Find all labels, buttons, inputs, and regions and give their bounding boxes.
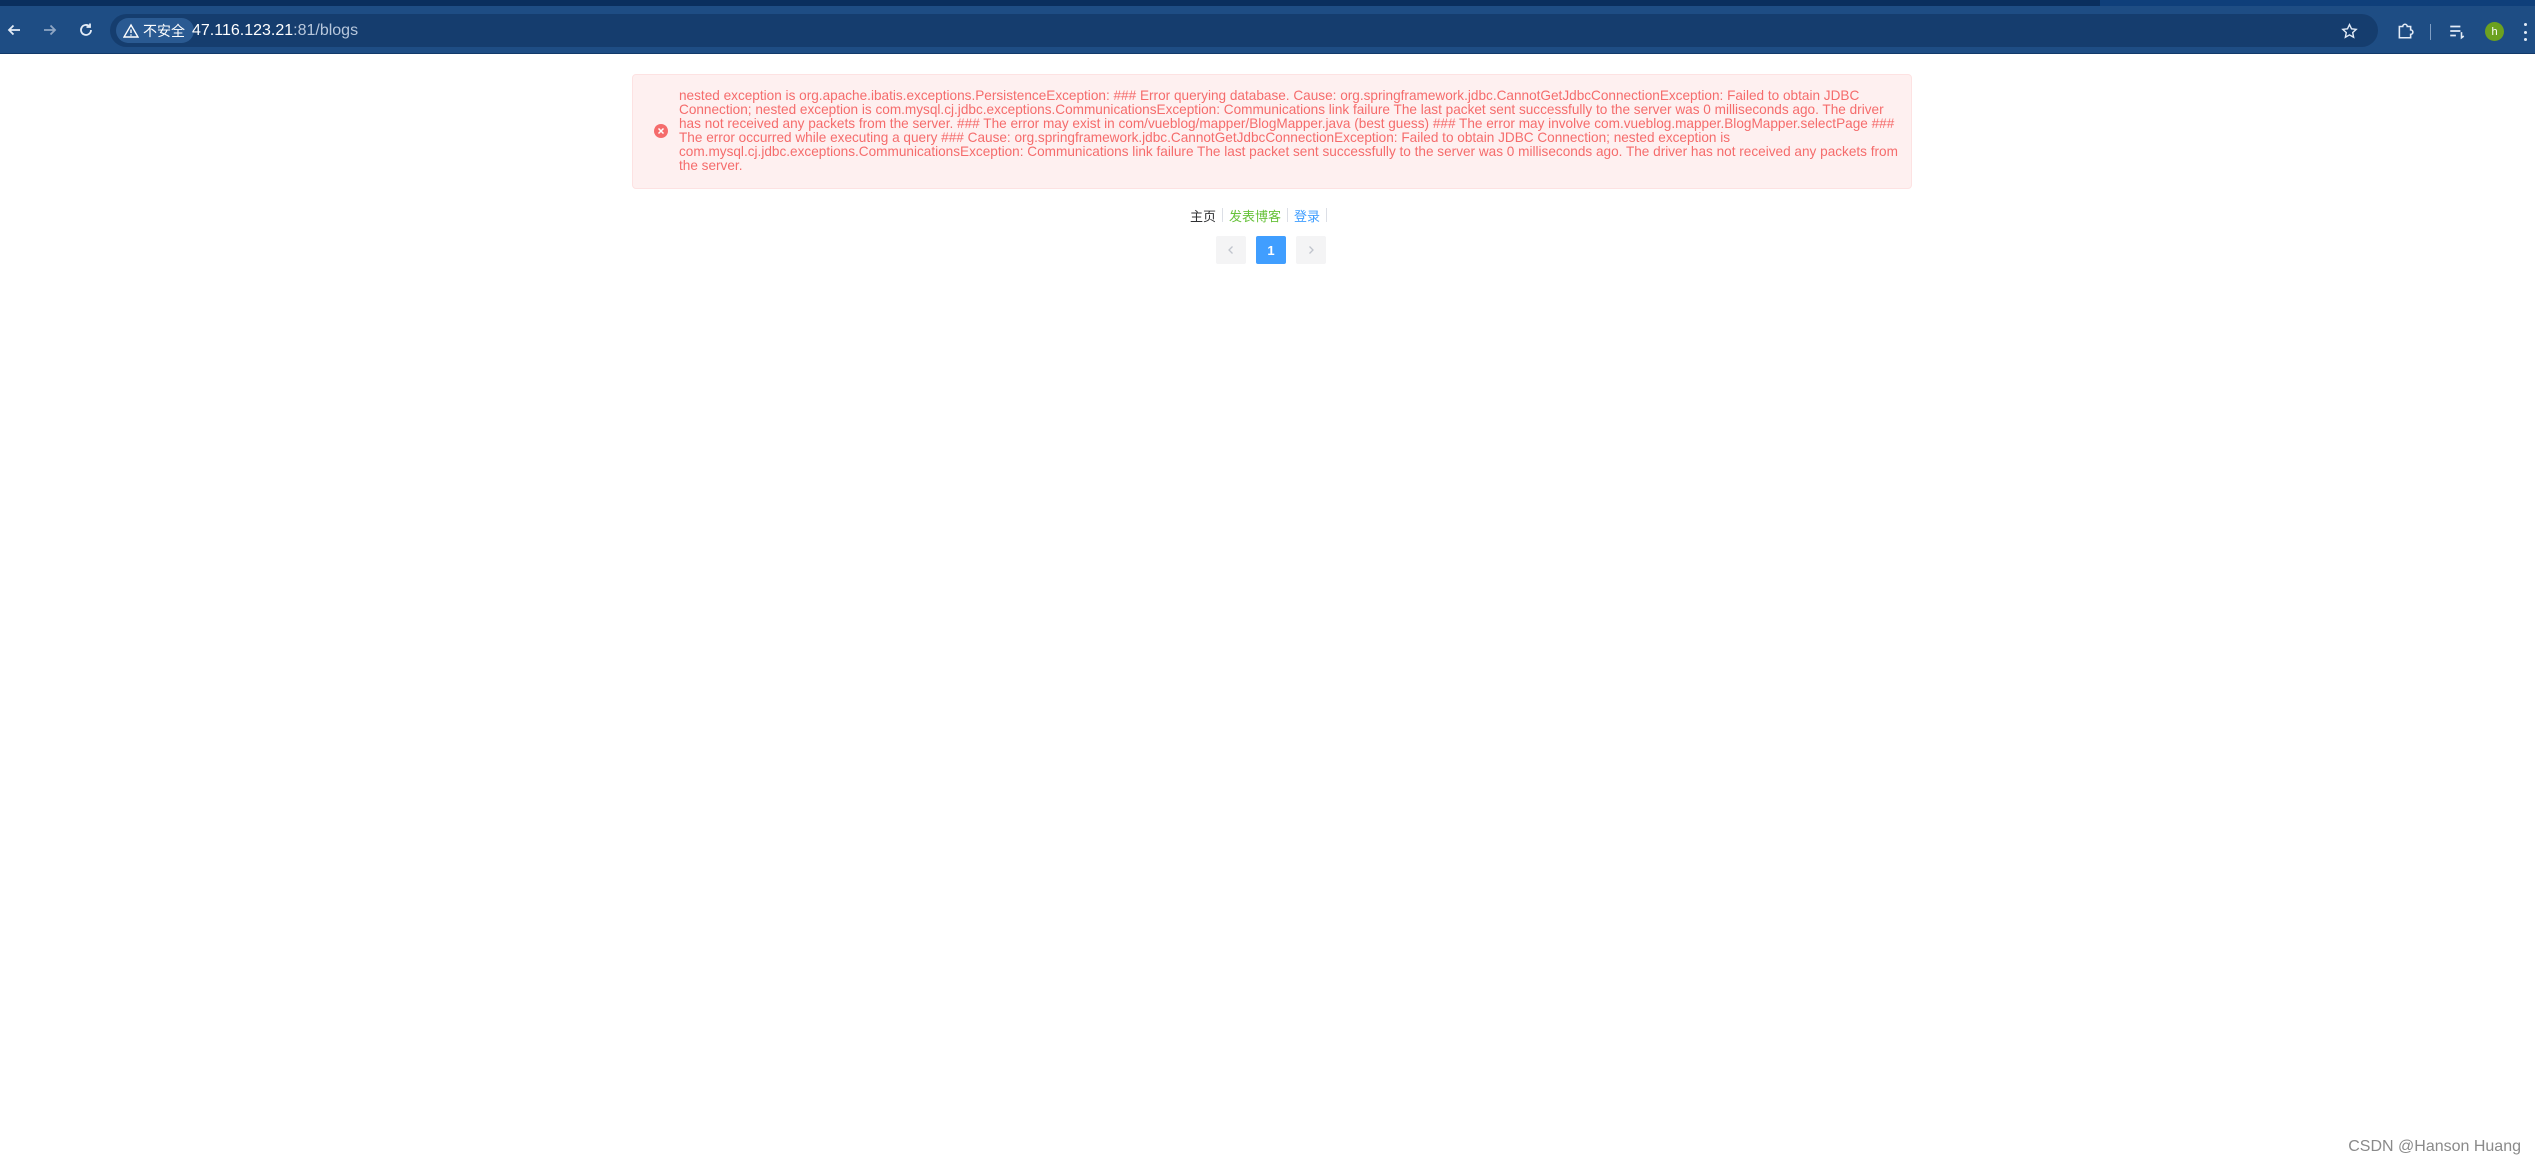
nav-publish-link[interactable]: 发表博客 [1223,206,1287,225]
reload-icon [80,23,92,36]
menu-dot [2523,23,2527,26]
nav-login-link[interactable]: 登录 [1288,206,1326,225]
url-text[interactable]: 47.116.123.21:81/blogs [192,22,358,40]
address-bar[interactable]: 不安全 47.116.123.21:81/blogs [110,14,2378,47]
forward-button[interactable] [36,16,64,44]
prev-page-button[interactable] [1216,236,1246,264]
star-icon [2340,22,2358,39]
warning-icon [123,23,139,38]
top-nav: 主页 发表博客 登录 [1186,206,1328,225]
error-circle-icon [654,124,668,138]
nav-home-link[interactable]: 主页 [1186,206,1222,225]
error-alert: nested exception is org.apache.ibatis.ex… [632,74,1912,189]
reload-button[interactable] [72,16,100,44]
csdn-watermark: CSDN @Hanson Huang [2348,1138,2521,1155]
reading-list-icon [2450,25,2465,40]
security-label: 不安全 [143,22,185,39]
next-page-button[interactable] [1296,236,1326,264]
arrow-left-icon [7,24,20,36]
security-indicator[interactable]: 不安全 [116,18,194,43]
browser-toolbar: 不安全 47.116.123.21:81/blogs h [0,6,2535,54]
browser-menu-button[interactable] [2520,20,2530,44]
nav-divider [1326,208,1328,222]
bookmark-button[interactable] [2336,18,2362,44]
pagination: 1 [1216,236,1326,264]
error-message: nested exception is org.apache.ibatis.ex… [679,88,1898,173]
back-button[interactable] [0,16,28,44]
url-path: :81/blogs [293,22,359,39]
reading-list-button[interactable] [2444,18,2470,44]
chevron-left-icon [1228,246,1233,254]
profile-avatar[interactable]: h [2485,22,2504,41]
page-number-active[interactable]: 1 [1256,236,1286,264]
avatar-letter: h [2491,25,2498,38]
menu-dot [2523,30,2527,34]
menu-dot [2523,38,2527,41]
chevron-right-icon [1309,246,1314,254]
extensions-button[interactable] [2392,18,2418,44]
arrow-right-icon [44,24,57,36]
puzzle-icon [2398,23,2414,39]
url-host: 47.116.123.21 [192,22,294,39]
toolbar-divider [2430,24,2431,40]
